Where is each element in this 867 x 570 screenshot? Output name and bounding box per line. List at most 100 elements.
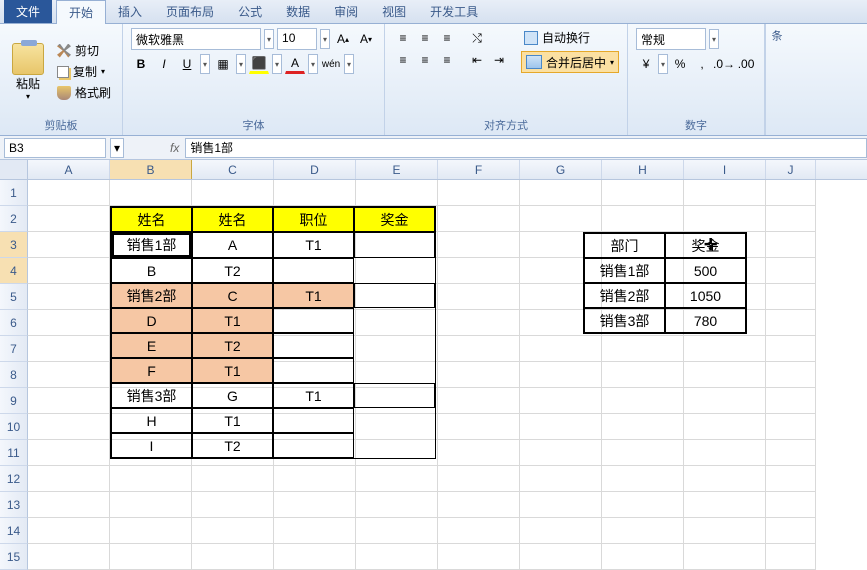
- row-header-3[interactable]: 3: [0, 232, 28, 258]
- phonetic-dd[interactable]: [344, 54, 354, 74]
- tab-formulas[interactable]: 公式: [226, 0, 274, 23]
- scissors-icon: [57, 44, 71, 58]
- column-headers: A B C D E F G H I J: [0, 160, 867, 180]
- font-name-select[interactable]: 微软雅黑: [131, 28, 261, 50]
- group-font: 微软雅黑 10 A▴ A▾ B I U ▦ ⬛ A wén 字体: [123, 24, 385, 135]
- cut-button[interactable]: 剪切: [54, 41, 114, 60]
- formula-input[interactable]: 销售1部: [185, 138, 867, 158]
- group-font-title: 字体: [131, 115, 376, 133]
- row-headers: 123456789101112131415: [0, 180, 28, 570]
- row-header-8[interactable]: 8: [0, 362, 28, 388]
- decrease-font-button[interactable]: A▾: [356, 29, 376, 49]
- paste-label: 粘贴: [16, 75, 40, 92]
- align-bottom-button[interactable]: ≡: [437, 28, 457, 48]
- tab-page-layout[interactable]: 页面布局: [154, 0, 226, 23]
- row-header-10[interactable]: 10: [0, 414, 28, 440]
- tab-review[interactable]: 审阅: [322, 0, 370, 23]
- decrease-decimal-button[interactable]: .00: [736, 54, 756, 74]
- row-header-4[interactable]: 4: [0, 258, 28, 284]
- menu-bar: 文件 开始 插入 页面布局 公式 数据 审阅 视图 开发工具: [0, 0, 867, 24]
- col-header-G[interactable]: G: [520, 160, 602, 179]
- file-menu[interactable]: 文件: [4, 0, 52, 23]
- row-header-5[interactable]: 5: [0, 284, 28, 310]
- number-format-dd[interactable]: [709, 29, 719, 49]
- group-number: 常规 ¥ % , .0→ .00 数字: [628, 24, 765, 135]
- row-header-11[interactable]: 11: [0, 440, 28, 466]
- ribbon: 粘贴 ▾ 剪切 复制▾ 格式刷 剪贴板: [0, 24, 867, 136]
- col-header-I[interactable]: I: [684, 160, 766, 179]
- underline-button[interactable]: U: [177, 54, 197, 74]
- col-header-E[interactable]: E: [356, 160, 438, 179]
- row-header-12[interactable]: 12: [0, 466, 28, 492]
- decrease-indent-button[interactable]: ⇤: [467, 50, 487, 70]
- font-size-select[interactable]: 10: [277, 28, 317, 50]
- increase-font-button[interactable]: A▴: [333, 29, 353, 49]
- phonetic-button[interactable]: wén: [321, 54, 341, 74]
- col-header-C[interactable]: C: [192, 160, 274, 179]
- italic-button[interactable]: I: [154, 54, 174, 74]
- col-header-H[interactable]: H: [602, 160, 684, 179]
- align-top-button[interactable]: ≡: [393, 28, 413, 48]
- currency-dd[interactable]: [658, 54, 668, 74]
- col-header-J[interactable]: J: [766, 160, 816, 179]
- row-header-1[interactable]: 1: [0, 180, 28, 206]
- paste-icon: [12, 43, 44, 75]
- align-right-button[interactable]: ≡: [437, 50, 457, 70]
- wrap-icon: [524, 31, 538, 45]
- percent-button[interactable]: %: [670, 54, 690, 74]
- bold-button[interactable]: B: [131, 54, 151, 74]
- paste-button[interactable]: 粘贴 ▾: [8, 28, 48, 115]
- col-header-B[interactable]: B: [110, 160, 192, 179]
- orientation-button[interactable]: ⤭: [467, 28, 487, 48]
- copy-icon: [57, 66, 69, 78]
- font-color-dd[interactable]: [308, 54, 318, 74]
- borders-dd[interactable]: [236, 54, 246, 74]
- row-header-15[interactable]: 15: [0, 544, 28, 570]
- underline-dd[interactable]: [200, 54, 210, 74]
- currency-button[interactable]: ¥: [636, 54, 656, 74]
- group-align-title: 对齐方式: [393, 115, 619, 133]
- format-painter-button[interactable]: 格式刷: [54, 83, 114, 102]
- increase-indent-button[interactable]: ⇥: [489, 50, 509, 70]
- tab-data[interactable]: 数据: [274, 0, 322, 23]
- brush-icon: [57, 86, 71, 100]
- col-header-D[interactable]: D: [274, 160, 356, 179]
- row-header-6[interactable]: 6: [0, 310, 28, 336]
- spreadsheet-grid[interactable]: A B C D E F G H I J 12345678910111213141…: [0, 160, 867, 570]
- select-all-corner[interactable]: [0, 160, 28, 179]
- align-middle-button[interactable]: ≡: [415, 28, 435, 48]
- name-box-dd[interactable]: ▾: [110, 138, 124, 158]
- font-size-dd[interactable]: [320, 29, 330, 49]
- fx-icon[interactable]: fx: [170, 141, 179, 155]
- borders-button[interactable]: ▦: [213, 54, 233, 74]
- name-box[interactable]: B3: [4, 138, 106, 158]
- fill-color-dd[interactable]: [272, 54, 282, 74]
- row-header-2[interactable]: 2: [0, 206, 28, 232]
- tab-view[interactable]: 视图: [370, 0, 418, 23]
- cells-area[interactable]: 姓名姓名职位奖金销售1部AT1BT2销售2部CT1DT1ET2FT1销售3部GT…: [28, 180, 867, 570]
- increase-decimal-button[interactable]: .0→: [714, 54, 734, 74]
- group-align: ≡ ≡ ≡ ≡ ≡ ≡ ⤭ ⇤ ⇥ 自动换行: [385, 24, 628, 135]
- row-header-13[interactable]: 13: [0, 492, 28, 518]
- col-header-F[interactable]: F: [438, 160, 520, 179]
- copy-button[interactable]: 复制▾: [54, 62, 114, 81]
- font-name-dd[interactable]: [264, 29, 274, 49]
- row-header-14[interactable]: 14: [0, 518, 28, 544]
- align-center-button[interactable]: ≡: [415, 50, 435, 70]
- group-number-title: 数字: [636, 115, 756, 133]
- wrap-text-button[interactable]: 自动换行: [521, 28, 619, 47]
- align-left-button[interactable]: ≡: [393, 50, 413, 70]
- tab-insert[interactable]: 插入: [106, 0, 154, 23]
- fill-color-button[interactable]: ⬛: [249, 54, 269, 74]
- row-header-7[interactable]: 7: [0, 336, 28, 362]
- merge-center-button[interactable]: 合并后居中▾: [521, 51, 619, 73]
- tab-developer[interactable]: 开发工具: [418, 0, 490, 23]
- font-color-button[interactable]: A: [285, 54, 305, 74]
- number-format-select[interactable]: 常规: [636, 28, 706, 50]
- comma-button[interactable]: ,: [692, 54, 712, 74]
- merge-icon: [526, 55, 542, 69]
- tab-home[interactable]: 开始: [56, 0, 106, 24]
- group-clipboard: 粘贴 ▾ 剪切 复制▾ 格式刷 剪贴板: [0, 24, 123, 135]
- row-header-9[interactable]: 9: [0, 388, 28, 414]
- col-header-A[interactable]: A: [28, 160, 110, 179]
